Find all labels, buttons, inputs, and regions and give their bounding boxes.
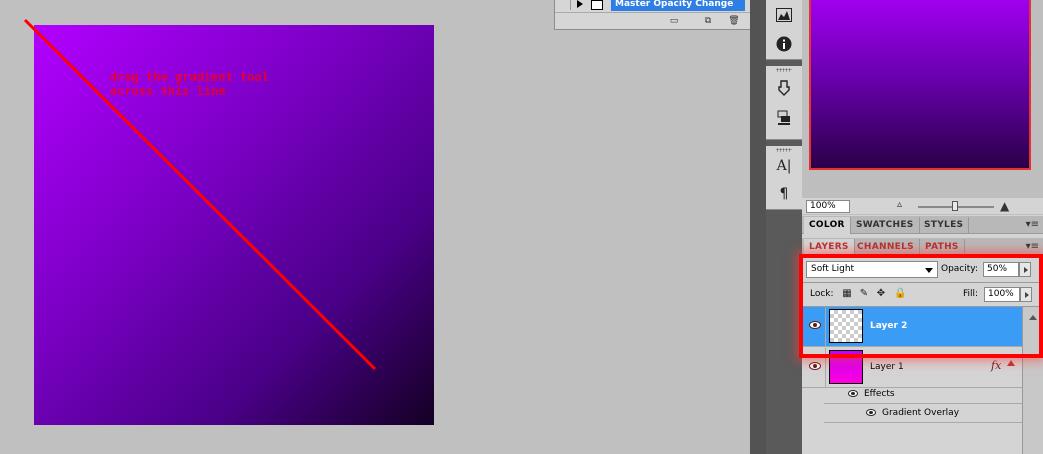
clone-source-icon[interactable] <box>774 108 794 128</box>
annotation-line-1: drag the gradient tool <box>110 70 269 84</box>
fx-icon[interactable]: fx <box>991 359 1001 372</box>
annotation-line-2: across this line <box>110 84 226 98</box>
effects-row[interactable]: Effects <box>824 385 1022 404</box>
new-action-icon[interactable]: ⧉ <box>701 16 715 27</box>
tab-styles[interactable]: STYLES <box>919 217 970 234</box>
tab-swatches[interactable]: SWATCHES <box>851 217 920 234</box>
paragraph-icon[interactable]: ¶ <box>774 184 794 204</box>
navigator-zoom-bar: 100% ▵ ▲ <box>802 198 1043 214</box>
eye-icon[interactable] <box>848 390 858 397</box>
zoom-level-field[interactable]: 100% <box>806 200 850 213</box>
expand-triangle-icon[interactable] <box>577 0 583 8</box>
grip-icon[interactable] <box>776 148 792 152</box>
effects-toggle-icon[interactable] <box>1007 360 1015 366</box>
dock-group-1 <box>766 0 802 60</box>
layer-name: Layer 1 <box>870 362 904 372</box>
zoom-out-icon[interactable]: ▵ <box>897 199 902 210</box>
navigator-panel: 100% ▵ ▲ <box>802 0 1043 215</box>
eye-icon[interactable] <box>866 409 876 416</box>
dock-group-3: A| ¶ <box>766 146 802 210</box>
color-panel-tabs: COLOR SWATCHES STYLES ▾≡ <box>802 216 1043 234</box>
info-icon[interactable] <box>774 34 794 54</box>
brush-presets-icon[interactable] <box>774 78 794 98</box>
highlight-annotation-box <box>799 254 1043 358</box>
actions-panel: Master Opacity Change ▭ ⧉ 🗑 <box>554 0 765 30</box>
panel-menu-icon[interactable]: ▾≡ <box>1026 241 1039 252</box>
trash-icon[interactable]: 🗑 <box>727 16 741 27</box>
new-set-icon[interactable]: ▭ <box>667 16 681 27</box>
zoom-slider-handle[interactable] <box>952 201 958 211</box>
actions-footer: ▭ ⧉ 🗑 <box>555 12 765 29</box>
navigator-thumbnail[interactable] <box>809 0 1031 170</box>
effect-item-label: Gradient Overlay <box>882 408 960 418</box>
panel-menu-icon[interactable]: ▾≡ <box>1026 219 1039 230</box>
canvas-annotation: drag the gradient tool across this line <box>110 70 340 98</box>
dock-divider <box>750 0 766 454</box>
eye-icon[interactable] <box>809 362 821 370</box>
right-panel-column: 100% ▵ ▲ COLOR SWATCHES STYLES ▾≡ LAYERS… <box>802 0 1043 454</box>
action-row[interactable]: Master Opacity Change <box>555 0 765 11</box>
action-item-label[interactable]: Master Opacity Change <box>611 0 745 11</box>
dock-group-2 <box>766 66 802 140</box>
document-workspace: drag the gradient tool across this line <box>0 0 750 454</box>
histogram-icon[interactable] <box>774 5 794 25</box>
panel-dock: A| ¶ <box>766 0 802 454</box>
grip-icon[interactable] <box>776 68 792 72</box>
character-icon[interactable]: A| <box>774 156 794 176</box>
action-dialog-icon <box>591 0 603 10</box>
zoom-in-icon[interactable]: ▲ <box>1000 199 1009 213</box>
effect-item-row[interactable]: Gradient Overlay <box>824 404 1022 423</box>
action-toggle-checkbox[interactable] <box>561 0 571 10</box>
effects-label: Effects <box>864 389 895 399</box>
tab-color[interactable]: COLOR <box>804 217 851 234</box>
